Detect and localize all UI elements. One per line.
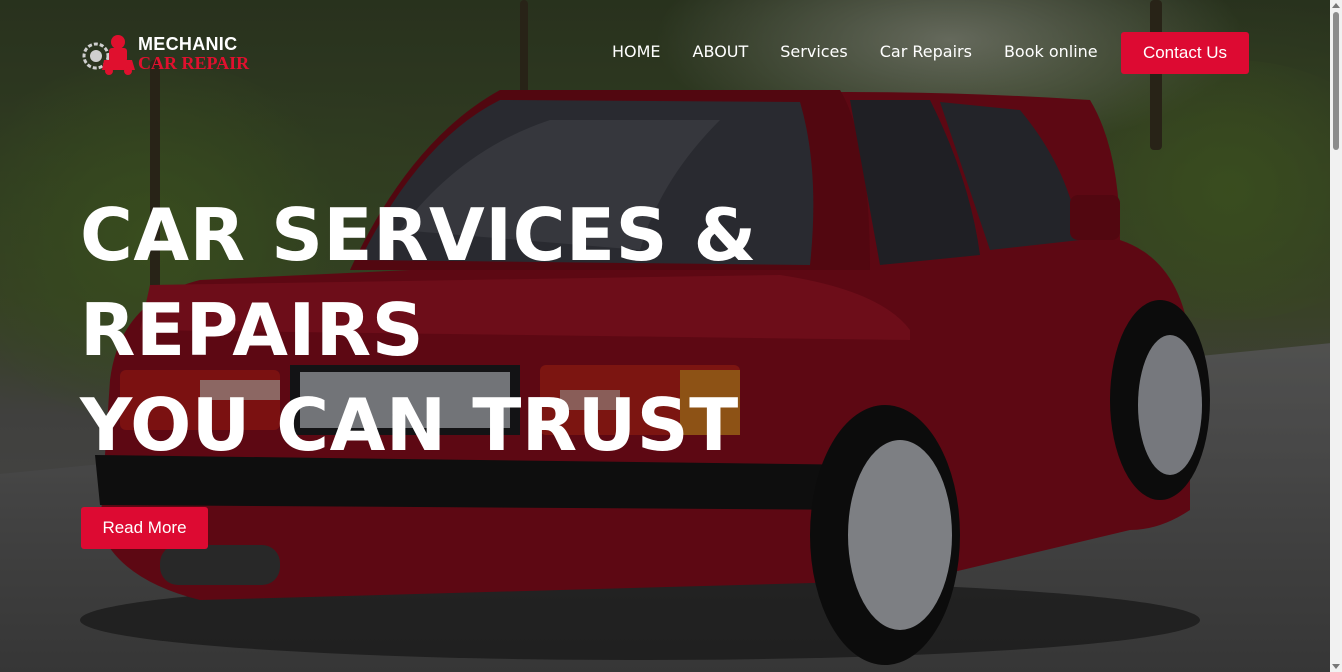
scroll-down-arrow-icon[interactable] bbox=[1332, 664, 1340, 669]
hero-title: CAR SERVICES & REPAIRS YOU CAN TRUST bbox=[80, 188, 757, 473]
contact-us-button[interactable]: Contact Us bbox=[1121, 32, 1249, 74]
logo-text: MECHANIC CAR REPAIR bbox=[138, 35, 249, 72]
logo-line-1: MECHANIC bbox=[138, 33, 238, 54]
nav-car-repairs[interactable]: Car Repairs bbox=[880, 42, 972, 61]
scrollbar-thumb[interactable] bbox=[1333, 12, 1339, 150]
vertical-scrollbar[interactable] bbox=[1330, 0, 1342, 672]
hero-page: MECHANIC CAR REPAIR HOME ABOUT Services … bbox=[0, 0, 1342, 672]
nav-home[interactable]: HOME bbox=[612, 42, 661, 61]
hero-title-line-3: YOU CAN TRUST bbox=[80, 383, 739, 467]
scroll-up-arrow-icon[interactable] bbox=[1332, 3, 1340, 8]
logo-line-2: CAR REPAIR bbox=[138, 52, 250, 73]
nav-book-online[interactable]: Book online bbox=[1004, 42, 1098, 61]
hero-title-line-1: CAR SERVICES & bbox=[80, 193, 757, 277]
mechanic-gear-car-icon bbox=[82, 35, 135, 75]
hero-title-line-2: REPAIRS bbox=[80, 288, 425, 372]
read-more-button[interactable]: Read More bbox=[81, 507, 208, 549]
site-logo[interactable]: MECHANIC CAR REPAIR bbox=[80, 30, 260, 76]
main-nav: HOME ABOUT Services Car Repairs Book onl… bbox=[612, 42, 1130, 61]
nav-about[interactable]: ABOUT bbox=[693, 42, 749, 61]
nav-services[interactable]: Services bbox=[780, 42, 847, 61]
